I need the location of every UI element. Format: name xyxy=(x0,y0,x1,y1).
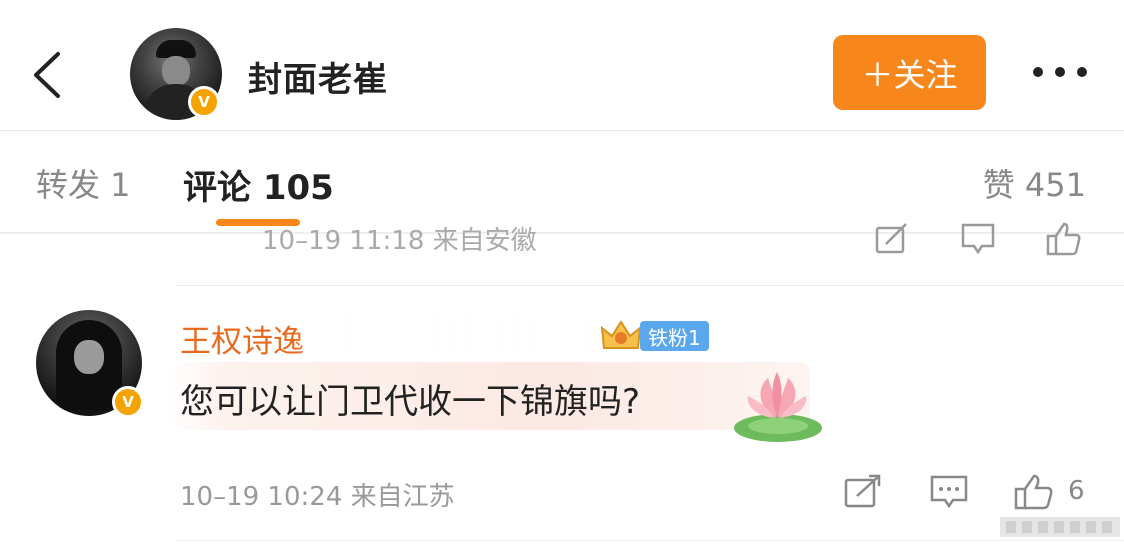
fan-level-badge: 铁粉1 xyxy=(640,321,709,351)
tab-like[interactable]: 赞 451 xyxy=(983,160,1086,206)
back-button[interactable] xyxy=(28,50,68,100)
reply-button[interactable] xyxy=(929,474,969,510)
like-button[interactable] xyxy=(1014,474,1054,510)
share-button[interactable] xyxy=(843,474,883,510)
comment-icon xyxy=(961,223,995,255)
author-name[interactable]: 封面老崔 xyxy=(248,52,388,101)
name-blur-overlay xyxy=(300,312,600,356)
verified-badge: V xyxy=(188,86,220,118)
header-divider xyxy=(0,130,1124,131)
comment-divider xyxy=(176,285,1124,286)
comment-meta: 10–19 10:24 来自江苏 xyxy=(180,482,455,512)
more-icon xyxy=(1033,67,1087,77)
back-icon xyxy=(34,52,60,98)
prev-like-button[interactable] xyxy=(1046,222,1082,256)
crown-icon xyxy=(600,318,642,354)
watermark xyxy=(1000,512,1120,542)
more-button[interactable] xyxy=(1030,62,1090,82)
like-icon xyxy=(1046,222,1081,256)
tab-repost[interactable]: 转发 1 xyxy=(36,160,131,206)
prev-comment-meta: 10–19 11:18 来自安徽 xyxy=(262,226,537,256)
tabs-divider xyxy=(0,232,1124,234)
like-icon xyxy=(1014,474,1053,510)
tab-comment[interactable]: 评论 105 xyxy=(183,160,334,209)
like-count: 6 xyxy=(1068,476,1085,506)
prev-share-button[interactable] xyxy=(874,222,910,256)
follow-button[interactable]: ＋关注 xyxy=(833,35,986,110)
commenter-verified-badge: V xyxy=(112,386,144,418)
prev-comment-button[interactable] xyxy=(960,222,996,256)
share-icon xyxy=(844,474,881,508)
comment-icon xyxy=(930,475,968,509)
share-icon xyxy=(875,223,907,254)
lotus-sticker-icon xyxy=(728,368,824,448)
comment-text[interactable]: 您可以让门卫代收一下锦旗吗? xyxy=(180,374,640,423)
bottom-divider xyxy=(176,540,1124,541)
commenter-name[interactable]: 王权诗逸 xyxy=(180,316,304,361)
